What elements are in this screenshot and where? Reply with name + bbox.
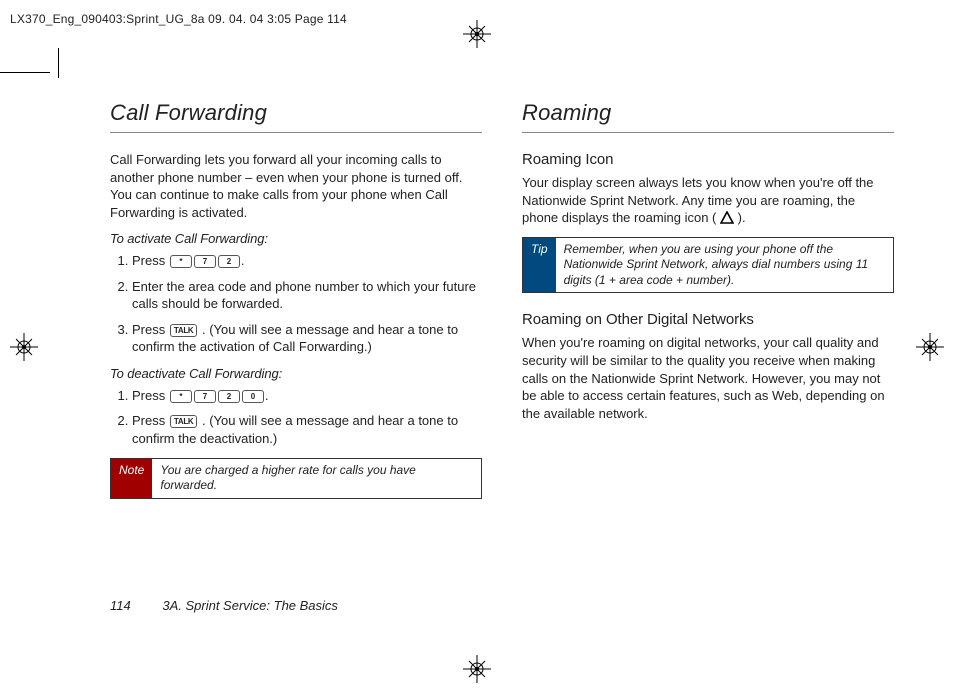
crop-mark-icon [58,48,59,78]
heading-call-forwarding: Call Forwarding [110,100,482,126]
step-text: Press [132,322,169,337]
roaming-icon-paragraph: Your display screen always lets you know… [522,174,894,227]
list-item: Press TALK . (You will see a message and… [132,321,482,356]
page-body: Call Forwarding Call Forwarding lets you… [110,100,894,633]
heading-roaming: Roaming [522,100,894,126]
column-right: Roaming Roaming Icon Your display screen… [522,100,894,633]
tip-box: Tip Remember, when you are using your ph… [522,237,894,294]
tip-body: Remember, when you are using your phone … [556,238,893,293]
page-number: 114 [110,598,131,613]
deactivate-label: To deactivate Call Forwarding: [110,366,482,381]
key-icon: 2 [218,255,240,268]
deactivate-steps: Press *720. Press TALK . (You will see a… [110,387,482,448]
key-icon: * [170,390,192,403]
crop-mark-icon [0,72,50,73]
print-header: LX370_Eng_090403:Sprint_UG_8a 09. 04. 04… [10,12,347,26]
intro-paragraph: Call Forwarding lets you forward all you… [110,151,482,221]
other-networks-paragraph: When you're roaming on digital networks,… [522,334,894,422]
note-body: You are charged a higher rate for calls … [152,459,481,498]
key-icon: 2 [218,390,240,403]
key-icon: * [170,255,192,268]
step-text: Press [132,253,169,268]
footer-section: 3A. Sprint Service: The Basics [162,598,338,613]
key-icon: 0 [242,390,264,403]
paragraph-text: ). [734,210,746,225]
paragraph-text: Your display screen always lets you know… [522,175,874,225]
note-box: Note You are charged a higher rate for c… [110,458,482,499]
key-icon: 7 [194,390,216,403]
list-item: Press TALK . (You will see a message and… [132,412,482,447]
list-item: Press *72. [132,252,482,270]
subheading-roaming-icon: Roaming Icon [522,151,894,168]
list-item: Press *720. [132,387,482,405]
list-item: Enter the area code and phone number to … [132,278,482,313]
talk-key-icon: TALK [170,415,198,428]
activate-steps: Press *72. Enter the area code and phone… [110,252,482,356]
activate-label: To activate Call Forwarding: [110,231,482,246]
note-label: Note [111,459,152,498]
step-text: . [241,253,245,268]
rule [110,132,482,133]
column-left: Call Forwarding Call Forwarding lets you… [110,100,482,633]
registration-mark-icon [463,655,491,683]
step-text: Press [132,413,169,428]
page-footer: 114 3A. Sprint Service: The Basics [110,598,338,613]
roaming-triangle-icon [720,211,734,224]
tip-label: Tip [523,238,556,293]
talk-key-icon: TALK [170,324,198,337]
key-icon: 7 [194,255,216,268]
rule [522,132,894,133]
subheading-other-networks: Roaming on Other Digital Networks [522,311,894,328]
registration-mark-icon [463,20,491,48]
step-text: . [265,388,269,403]
registration-mark-icon [10,333,38,361]
step-text: Press [132,388,169,403]
registration-mark-icon [916,333,944,361]
